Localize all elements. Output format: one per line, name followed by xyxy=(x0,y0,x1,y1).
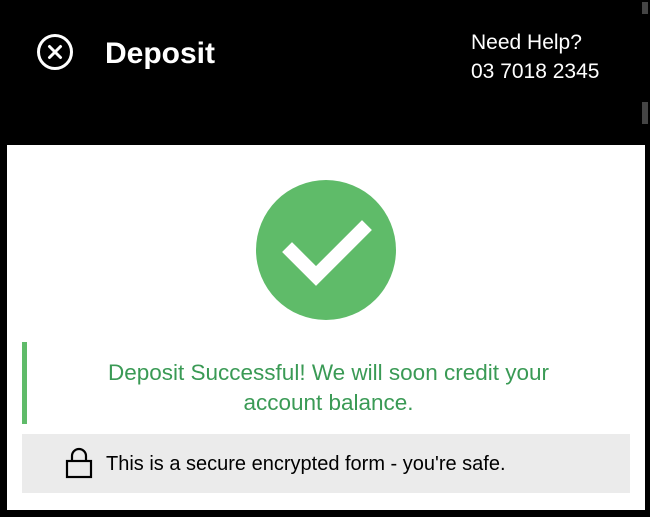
help-label: Need Help? xyxy=(471,31,582,54)
secure-form-text: This is a secure encrypted form - you're… xyxy=(106,453,506,475)
close-circle-icon[interactable] xyxy=(37,34,73,70)
secure-form-notice: This is a secure encrypted form - you're… xyxy=(22,434,630,493)
check-circle-icon xyxy=(256,180,396,320)
edge-artifact xyxy=(642,102,648,124)
help-contact: Need Help? 03 7018 2345 xyxy=(471,28,599,86)
close-button[interactable] xyxy=(37,34,73,70)
success-message-text: Deposit Successful! We will soon credit … xyxy=(107,360,549,415)
deposit-result-panel: Deposit Successful! We will soon credit … xyxy=(7,145,645,510)
success-message: Deposit Successful! We will soon credit … xyxy=(22,342,630,424)
page-title: Deposit xyxy=(105,37,216,70)
lock-icon xyxy=(65,447,93,479)
help-phone-link[interactable]: 03 7018 2345 xyxy=(471,57,599,86)
header-bar: Deposit Need Help? 03 7018 2345 xyxy=(0,0,650,143)
edge-artifact xyxy=(642,2,648,14)
